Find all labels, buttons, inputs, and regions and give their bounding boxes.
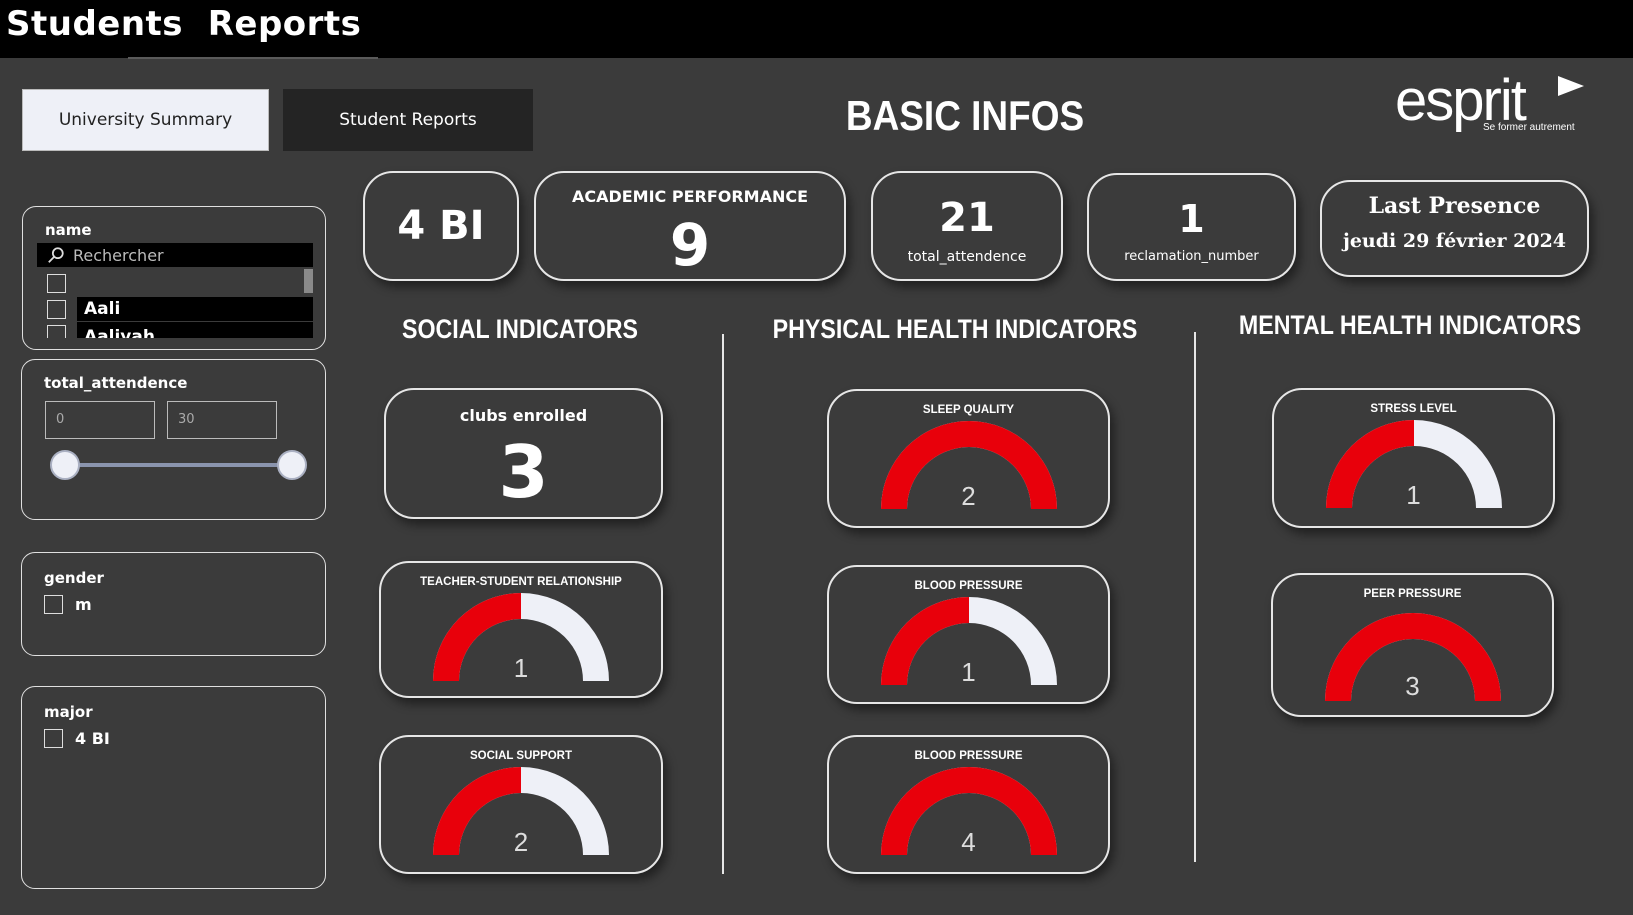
gauge-title: SOCIAL SUPPORT <box>469 750 573 762</box>
major-filter-panel: major 4 BI <box>21 686 326 889</box>
last-presence-label: Last Presence <box>1368 193 1541 219</box>
peer-pressure-gauge-card: PEER PRESSURE 3 <box>1271 573 1554 717</box>
total-attendence-label: total_attendence <box>907 249 1027 265</box>
esprit-logo: esprit Se former autrement <box>1395 72 1595 142</box>
gauge-value: 1 <box>961 657 976 687</box>
gauge-title: SLEEP QUALITY <box>922 404 1015 416</box>
name-filter-panel: name Rechercher Aali Aaliyah <box>22 206 326 350</box>
last-presence-value: jeudi 29 février 2024 <box>1342 230 1567 252</box>
gauge-value: 2 <box>961 481 976 511</box>
gauge-title: TEACHER-STUDENT RELATIONSHIP <box>420 576 622 588</box>
reclamation-number-label: reclamation_number <box>1124 249 1259 264</box>
student-reports-button[interactable]: Student Reports <box>283 89 533 151</box>
major-card: 4 BI <box>363 171 519 281</box>
major-option-label: 4 BI <box>75 729 110 748</box>
total-attendence-value: 21 <box>939 195 995 241</box>
checkbox[interactable] <box>47 299 66 319</box>
teacher-student-relationship-gauge-card: TEACHER-STUDENT RELATIONSHIP 1 <box>379 561 663 698</box>
logo-tagline: Se former autrement <box>1483 122 1575 133</box>
gauge-value: 1 <box>513 653 529 683</box>
list-item-label: Aaliyah <box>84 327 155 338</box>
gauge-title: PEER PRESSURE <box>1363 588 1462 600</box>
reclamation-number-card: 1 reclamation_number <box>1087 173 1296 281</box>
logo-flag-icon <box>1558 76 1584 96</box>
total-attendence-card: 21 total_attendence <box>871 171 1063 281</box>
checkbox[interactable] <box>44 595 63 614</box>
major-value: 4 BI <box>397 203 485 249</box>
blood-pressure-gauge-card: BLOOD PRESSURE 1 <box>827 565 1110 704</box>
gauge-title: BLOOD PRESSURE <box>914 750 1023 762</box>
name-filter-title: name <box>45 221 92 239</box>
attendance-filter-title: total_attendence <box>44 374 188 392</box>
checkbox[interactable] <box>44 729 63 748</box>
checkbox[interactable] <box>47 273 66 293</box>
clubs-enrolled-label: clubs enrolled <box>459 406 588 425</box>
section-divider <box>722 334 724 874</box>
checkbox[interactable] <box>47 324 66 338</box>
gender-filter-panel: gender m <box>21 552 326 656</box>
gender-option-label: m <box>75 595 92 614</box>
gauge-value: 2 <box>513 827 529 857</box>
social-support-gauge-card: SOCIAL SUPPORT 2 <box>379 735 663 874</box>
search-placeholder: Rechercher <box>73 245 164 265</box>
list-item[interactable] <box>37 271 313 295</box>
attendance-filter-panel: total_attendence 0 30 <box>21 359 326 520</box>
academic-performance-value: 9 <box>669 211 711 279</box>
section-divider <box>1194 332 1196 862</box>
attendance-min-input[interactable]: 0 <box>45 401 155 439</box>
gauge-title: BLOOD PRESSURE <box>914 580 1023 592</box>
list-item-label: Aali <box>84 299 121 319</box>
list-item[interactable]: Aaliyah <box>37 322 313 338</box>
blood-pressure-gauge-card-2: BLOOD PRESSURE 4 <box>827 735 1110 874</box>
physical-health-indicators-title: PHYSICAL HEALTH INDICATORS <box>772 314 1138 344</box>
last-presence-card: Last Presence jeudi 29 février 2024 <box>1320 180 1589 277</box>
gender-filter-title: gender <box>44 569 104 587</box>
clubs-enrolled-card: clubs enrolled 3 <box>384 388 663 519</box>
academic-performance-card: ACADEMIC PERFORMANCE 9 <box>534 171 846 281</box>
list-scrollbar[interactable] <box>304 269 313 293</box>
gauge-value: 4 <box>961 827 976 857</box>
stress-level-gauge-card: STRESS LEVEL 1 <box>1272 388 1555 528</box>
gauge-value: 1 <box>1406 480 1421 510</box>
gender-option[interactable]: m <box>44 595 92 614</box>
app-title: Students Reports <box>6 4 362 44</box>
mental-health-indicators-title: MENTAL HEALTH INDICATORS <box>1238 310 1582 340</box>
attendance-slider-track[interactable] <box>64 463 282 467</box>
attendance-slider-max-handle[interactable] <box>277 450 307 480</box>
reclamation-number-value: 1 <box>1178 197 1205 241</box>
list-item[interactable]: Aali <box>37 297 313 321</box>
sleep-quality-gauge-card: SLEEP QUALITY 2 <box>827 389 1110 528</box>
major-filter-title: major <box>44 703 93 721</box>
gauge-title: STRESS LEVEL <box>1370 403 1457 415</box>
search-icon <box>48 247 64 263</box>
clubs-enrolled-value: 3 <box>498 430 549 514</box>
attendance-slider-min-handle[interactable] <box>50 450 80 480</box>
major-option[interactable]: 4 BI <box>44 729 110 748</box>
gauge-value: 3 <box>1405 671 1420 701</box>
attendance-max-input[interactable]: 30 <box>167 401 277 439</box>
page-heading: BASIC INFOS <box>845 92 1085 139</box>
university-summary-button[interactable]: University Summary <box>22 89 269 151</box>
social-indicators-title: SOCIAL INDICATORS <box>401 314 639 344</box>
title-underline <box>128 57 378 59</box>
academic-performance-label: ACADEMIC PERFORMANCE <box>571 187 809 206</box>
name-search-input[interactable]: Rechercher <box>37 243 313 267</box>
